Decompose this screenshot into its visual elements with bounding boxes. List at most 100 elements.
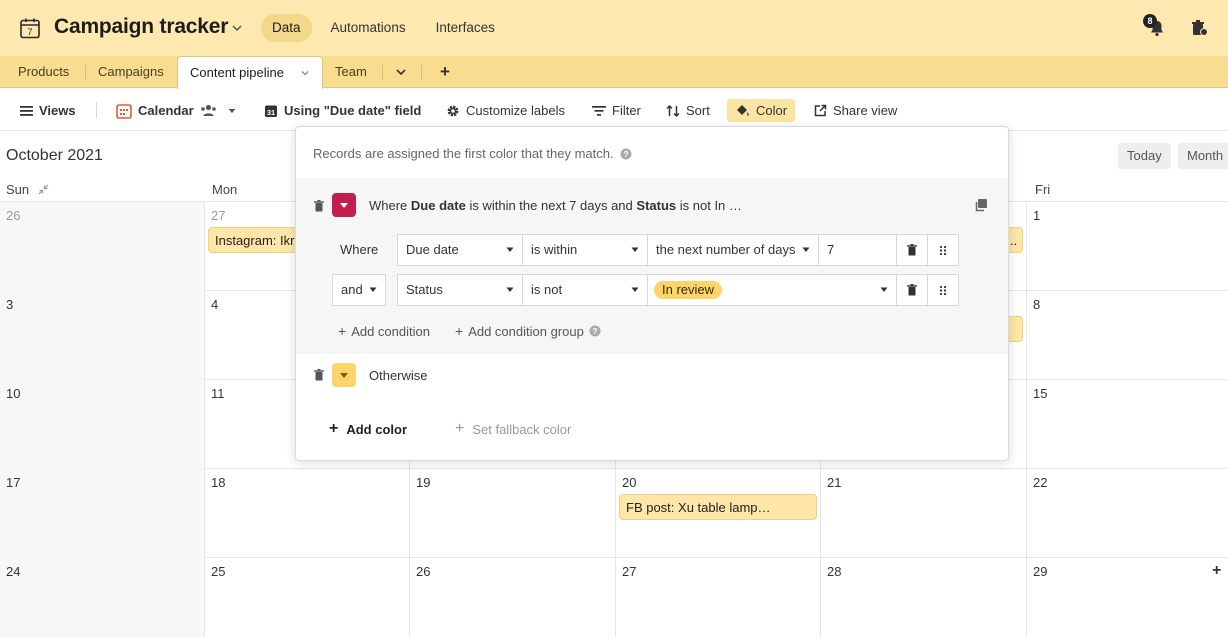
calendar-day[interactable]: 8: [1027, 291, 1228, 380]
nav-automations[interactable]: Automations: [320, 14, 417, 42]
set-fallback-color-button[interactable]: + Set fallback color: [455, 420, 571, 438]
trash-bin-icon[interactable]: [1190, 19, 1208, 37]
caret-down-icon: [506, 287, 514, 292]
chevron-down-icon[interactable]: [231, 22, 243, 34]
day-number: 17: [6, 475, 21, 490]
add-condition-button[interactable]: + Add condition: [338, 323, 430, 339]
caret-down-icon: [369, 287, 377, 292]
month-toggle-button[interactable]: Month: [1178, 143, 1228, 169]
day-number: 26: [416, 564, 431, 579]
calendar-day[interactable]: 1: [1027, 202, 1228, 291]
drag-dots-icon: [939, 285, 947, 296]
calendar-day[interactable]: 26: [0, 202, 205, 291]
add-table-button[interactable]: +: [428, 56, 462, 88]
help-icon[interactable]: ?: [589, 325, 601, 337]
calendar-day[interactable]: 24: [0, 558, 205, 637]
date-field-button[interactable]: 31 Using "Due date" field: [264, 99, 421, 122]
calendar-day[interactable]: 25: [205, 558, 410, 637]
add-record-button[interactable]: +: [1212, 562, 1221, 580]
tab-products[interactable]: Products: [6, 56, 81, 88]
customize-labels-button[interactable]: Customize labels: [446, 99, 565, 122]
color-label: Color: [756, 103, 788, 118]
svg-text:7: 7: [27, 27, 32, 37]
day-number: 15: [1033, 386, 1048, 401]
today-button[interactable]: Today: [1118, 143, 1171, 169]
event-chip[interactable]: [1007, 316, 1023, 342]
dow-mon: Mon: [212, 182, 238, 197]
condition-field-select[interactable]: Due date: [397, 234, 523, 266]
chevron-down-icon[interactable]: [395, 66, 407, 78]
calendar-icon: [116, 103, 132, 119]
help-icon[interactable]: ?: [620, 148, 632, 160]
share-icon: [814, 104, 827, 117]
calendar-view-button[interactable]: Calendar: [116, 99, 237, 122]
day-number: 28: [827, 564, 842, 579]
rule-summary-field: Status: [636, 198, 677, 213]
nav-interfaces[interactable]: Interfaces: [425, 14, 506, 42]
calendar-day[interactable]: 27: [616, 558, 821, 637]
condition-operator-select[interactable]: is within: [522, 234, 648, 266]
customize-labels-label: Customize labels: [466, 103, 565, 118]
view-toolbar: Views Calendar 31 Using "Due date" field…: [0, 89, 1228, 131]
delete-condition-button[interactable]: [896, 274, 928, 306]
add-condition-group-button[interactable]: + Add condition group ?: [455, 323, 601, 339]
condition-conjunction-select[interactable]: and: [332, 274, 386, 306]
sort-button[interactable]: Sort: [666, 99, 710, 122]
calendar-day[interactable]: 26: [410, 558, 616, 637]
tab-campaigns[interactable]: Campaigns: [86, 56, 176, 88]
calendar-app-icon[interactable]: 7: [19, 17, 41, 39]
day-number: 26: [6, 208, 21, 223]
tab-content-pipeline-label: Content pipeline: [190, 65, 284, 80]
share-view-button[interactable]: Share view: [814, 99, 897, 122]
collapse-arrows-icon[interactable]: [38, 184, 49, 195]
calendar-day[interactable]: 21: [821, 469, 1027, 558]
hamburger-icon: [20, 105, 33, 116]
table-tabs-bar: Products Campaigns Content pipeline Team…: [0, 56, 1228, 89]
calendar-day[interactable]: 17: [0, 469, 205, 558]
tab-team[interactable]: Team: [323, 56, 379, 88]
tab-content-pipeline[interactable]: Content pipeline: [177, 56, 323, 89]
event-chip[interactable]: FB post: Xu table lamp…: [619, 494, 817, 520]
rule-summary[interactable]: Where Due date is within the next 7 days…: [369, 198, 742, 213]
views-button[interactable]: Views: [20, 99, 76, 122]
drag-handle[interactable]: [927, 234, 959, 266]
calendar-day[interactable]: 22: [1027, 469, 1228, 558]
set-fallback-label: Set fallback color: [472, 421, 572, 437]
trash-icon[interactable]: [314, 369, 324, 381]
calendar-day[interactable]: 18: [205, 469, 410, 558]
condition-number-value: 7: [827, 242, 835, 257]
condition-field-value: Due date: [406, 242, 459, 257]
chevron-down-icon[interactable]: [300, 68, 310, 78]
trash-icon[interactable]: [314, 200, 324, 212]
color-button[interactable]: Color: [727, 99, 796, 122]
add-color-button[interactable]: + Add color: [329, 420, 407, 438]
filter-button[interactable]: Filter: [592, 99, 641, 122]
otherwise-color-swatch[interactable]: [332, 363, 356, 387]
condition-number-input[interactable]: 7: [818, 234, 897, 266]
condition-operator-select[interactable]: is not: [522, 274, 648, 306]
plus-icon: +: [329, 420, 339, 437]
rule-color-swatch[interactable]: [332, 193, 356, 217]
condition-field-select[interactable]: Status: [397, 274, 523, 306]
calendar-day[interactable]: 10: [0, 380, 205, 469]
base-title[interactable]: Campaign tracker: [54, 15, 228, 39]
calendar-day[interactable]: 28: [821, 558, 1027, 637]
condition-value-select[interactable]: the next number of days: [647, 234, 819, 266]
calendar-day[interactable]: 29 +: [1027, 558, 1228, 637]
color-note-text: Records are assigned the first color tha…: [313, 146, 614, 161]
calendar-day[interactable]: 15: [1027, 380, 1228, 469]
svg-text:31: 31: [267, 108, 275, 117]
calendar-week: 24 25 26 27 28 29 +: [0, 558, 1228, 637]
drag-handle[interactable]: [927, 274, 959, 306]
calendar-day[interactable]: 19: [410, 469, 616, 558]
event-chip[interactable]: ..: [1007, 227, 1023, 253]
filter-icon: [592, 105, 606, 116]
delete-condition-button[interactable]: [896, 234, 928, 266]
duplicate-icon[interactable]: [974, 198, 988, 212]
dow-fri: Fri: [1035, 182, 1051, 197]
sort-icon: [666, 104, 680, 117]
nav-data[interactable]: Data: [261, 14, 312, 42]
condition-value-select[interactable]: In review: [647, 274, 897, 306]
calendar-day[interactable]: 3: [0, 291, 205, 380]
calendar-day[interactable]: 20 FB post: Xu table lamp…: [616, 469, 821, 558]
